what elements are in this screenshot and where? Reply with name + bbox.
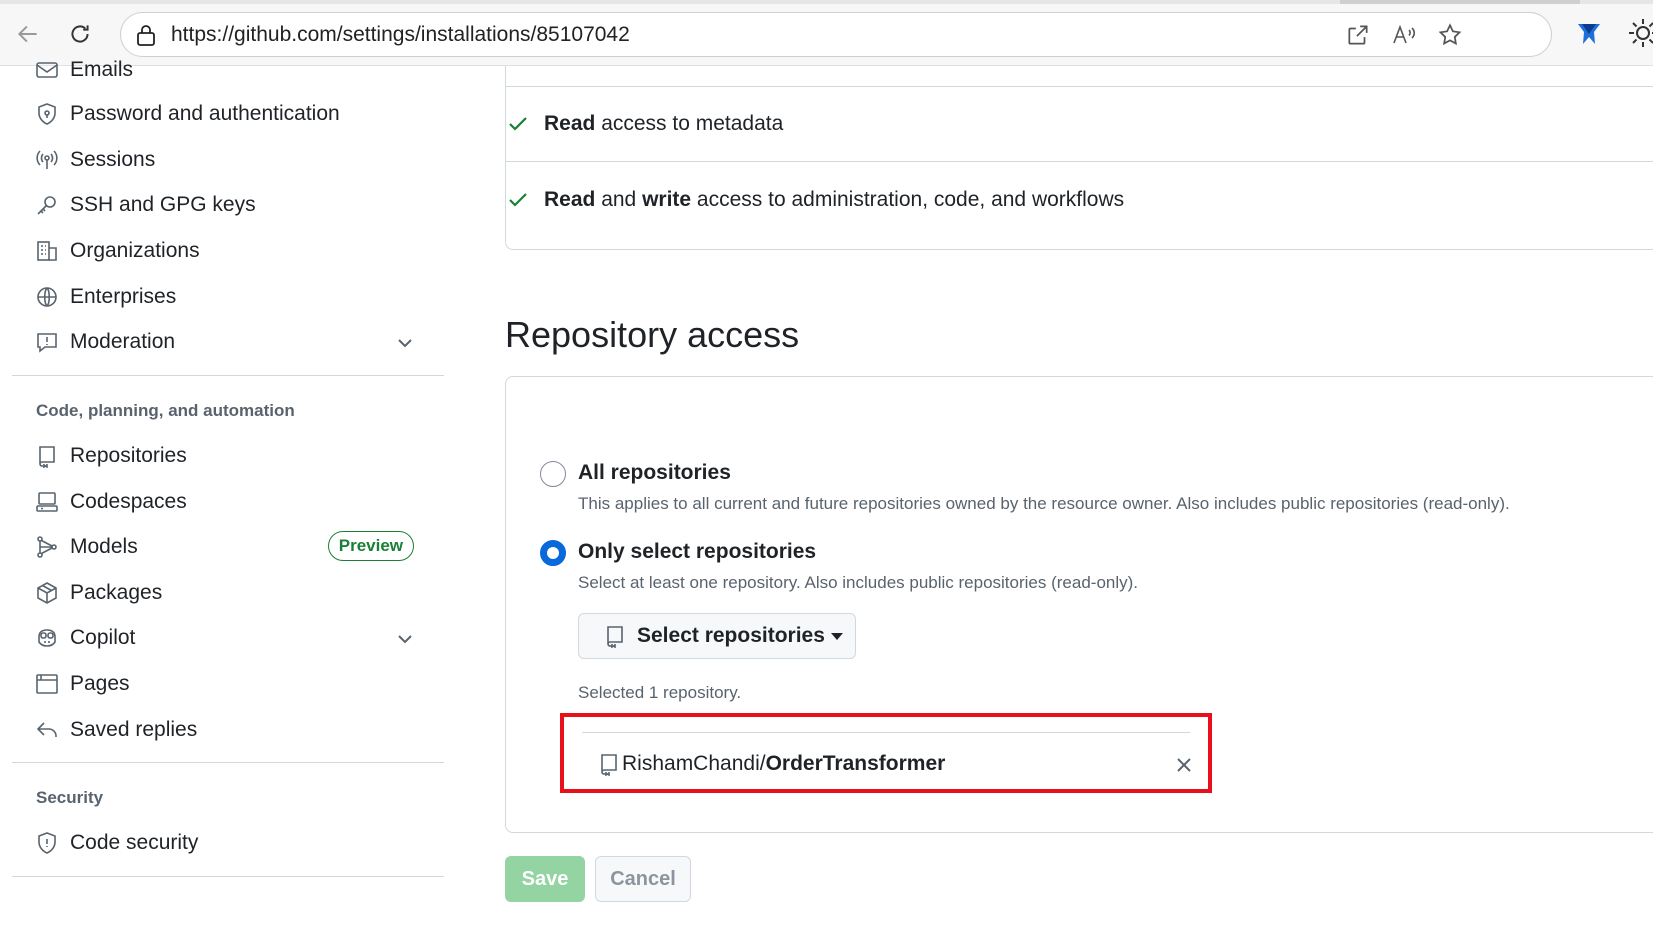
globe-icon [34,284,60,310]
settings-gear-icon[interactable] [1626,16,1653,50]
browser-icon [34,671,60,697]
reload-button[interactable] [60,14,100,54]
cancel-button[interactable]: Cancel [595,856,691,902]
sidebar-item-password[interactable]: Password and authentication [34,94,434,134]
option-select-description: Select at least one repository. Also inc… [578,573,1139,592]
sidebar-item-repositories[interactable]: Repositories [34,436,434,476]
sidebar-item-ssh-gpg[interactable]: SSH and GPG keys [34,185,434,225]
chevron-down-icon[interactable] [394,332,416,354]
sidebar-item-models[interactable]: Models Preview [34,527,434,567]
main-content: Read access to metadata Read and write a… [505,66,1653,950]
radio-only-select[interactable] [540,540,566,566]
lock-icon[interactable] [135,23,157,47]
open-in-app-icon[interactable] [1345,22,1371,48]
back-button[interactable] [8,14,48,54]
section-heading-security: Security [36,788,104,807]
sidebar-item-codespaces[interactable]: Codespaces [34,482,434,522]
repo-icon [607,626,623,648]
sidebar-divider [12,762,444,763]
tab-strip [0,0,1653,4]
shield-icon [34,830,60,856]
repo-name: OrderTransformer [765,752,946,775]
check-icon [509,193,527,207]
check-icon [509,117,527,131]
copilot-icon [34,625,60,651]
reply-icon [34,717,60,743]
url-text[interactable]: https://github.com/settings/installation… [171,23,630,47]
caret-down-icon [830,632,843,640]
repository-access-heading: Repository access [505,314,800,355]
permissions-list: Read access to metadata Read and write a… [505,66,1653,250]
sidebar-item-sessions[interactable]: Sessions [34,140,434,180]
mail-icon [34,57,60,83]
save-button[interactable]: Save [505,856,585,902]
chevron-down-icon[interactable] [394,628,416,650]
repo-owner: RishamChandi/ [622,752,766,775]
report-icon [34,329,60,355]
option-select-label[interactable]: Only select repositories [578,540,816,564]
permission-text: Read access to metadata [544,112,784,135]
broadcast-icon [34,147,60,173]
shield-lock-icon [34,101,60,127]
sidebar-item-emails[interactable]: Emails [34,50,434,90]
ai-model-icon [34,534,60,560]
sidebar-item-packages[interactable]: Packages [34,573,434,613]
sidebar-item-copilot[interactable]: Copilot [34,618,434,658]
settings-sidebar: Emails Password and authentication Sessi… [0,58,450,950]
refresh-icon [71,25,89,43]
sidebar-item-moderation[interactable]: Moderation [34,322,434,362]
permission-row: Read access to metadata [506,87,1653,161]
option-all-label[interactable]: All repositories [578,461,731,485]
codespaces-icon [34,489,60,515]
repo-row-separator [582,732,1190,733]
sidebar-item-code-security[interactable]: Code security [34,823,434,863]
sidebar-item-pages[interactable]: Pages [34,664,434,704]
permission-text: Read and write access to administration,… [544,188,1125,211]
key-icon [34,192,60,218]
close-icon[interactable] [1174,755,1194,775]
preview-badge: Preview [327,531,414,561]
select-repositories-button[interactable]: Select repositories [578,613,856,659]
arrow-left-icon [17,25,37,43]
repository-access-panel: All repositories This applies to all cur… [505,376,1653,833]
favorite-star-icon[interactable] [1437,22,1463,48]
permission-row: Read and write access to administration,… [506,162,1653,238]
repo-icon [601,754,617,776]
package-icon [34,580,60,606]
read-aloud-icon[interactable] [1391,22,1417,48]
selected-count: Selected 1 repository. [578,683,742,702]
sidebar-divider [12,375,444,376]
sidebar-item-saved-replies[interactable]: Saved replies [34,710,434,750]
radio-all-repositories[interactable] [540,461,566,487]
organization-icon [34,238,60,264]
extension-icon[interactable] [1572,16,1606,50]
option-all-description: This applies to all current and future r… [578,494,1510,513]
sidebar-item-organizations[interactable]: Organizations [34,231,434,271]
sidebar-divider [12,876,444,877]
section-heading-code: Code, planning, and automation [36,401,295,420]
sidebar-item-enterprises[interactable]: Enterprises [34,277,434,317]
selected-repo-item: RishamChandi/ OrderTransformer [598,749,945,779]
repo-icon [34,443,60,469]
